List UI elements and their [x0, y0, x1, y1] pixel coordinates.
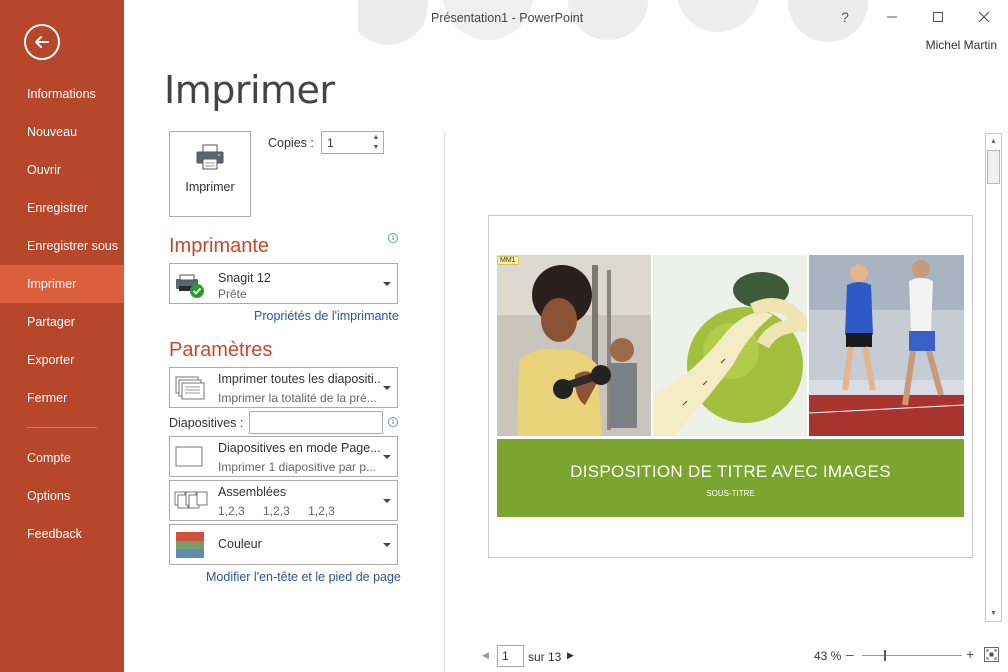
slide-subtitle: SOUS-TITRE — [706, 489, 755, 498]
print-button-label: Imprimer — [185, 180, 235, 194]
scroll-up-arrow-icon[interactable]: ▲ — [986, 134, 1001, 149]
nav-item-options[interactable]: Options — [0, 477, 124, 515]
print-layout-description: Imprimer 1 diapositive par p... — [218, 460, 377, 474]
collate-dropdown[interactable]: Assemblées 1,2,3 1,2,3 1,2,3 — [169, 480, 398, 521]
print-range-dropdown[interactable]: Imprimer toutes les diapositi... Imprime… — [169, 367, 398, 408]
slide-photo-runners — [809, 255, 964, 436]
slide-photo-apple-tape — [653, 255, 807, 436]
chevron-down-icon — [383, 543, 391, 547]
background-decoration — [358, 0, 868, 45]
copies-increment-button[interactable]: ▲ — [371, 133, 381, 142]
collate-set-1: 1,2,3 — [218, 504, 245, 518]
printer-heading: Imprimante — [169, 235, 270, 257]
slides-range-input[interactable] — [249, 411, 383, 434]
nav-item-partager[interactable]: Partager — [0, 303, 124, 341]
preview-scrollbar[interactable]: ▲ ▼ — [985, 133, 1002, 622]
slides-info-icon[interactable]: i — [388, 417, 398, 427]
nav-item-fermer[interactable]: Fermer — [0, 379, 124, 417]
nav-item-nouveau[interactable]: Nouveau — [0, 113, 124, 151]
collate-title: Assemblées — [218, 485, 287, 499]
collate-order: 1,2,3 1,2,3 1,2,3 — [218, 504, 350, 518]
printer-ready-icon — [176, 274, 204, 298]
print-layout-title: Diapositives en mode Page... — [218, 441, 381, 455]
chevron-down-icon — [383, 282, 391, 286]
nav-item-exporter[interactable]: Exporter — [0, 341, 124, 379]
back-button[interactable] — [24, 24, 60, 60]
printer-status: Prête — [218, 287, 247, 301]
slide-title: DISPOSITION DE TITRE AVEC IMAGES — [570, 462, 891, 481]
copies-stepper[interactable]: 1 ▲ ▼ — [321, 131, 384, 154]
slide-photo-weightlifting — [497, 255, 651, 436]
chevron-down-icon — [383, 386, 391, 390]
color-dropdown[interactable]: Couleur — [169, 524, 398, 565]
print-range-title: Imprimer toutes les diapositi... — [218, 372, 381, 386]
nav-item-compte[interactable]: Compte — [0, 439, 124, 477]
printer-name: Snagit 12 — [218, 271, 271, 285]
user-account-name[interactable]: Michel Martin — [926, 38, 997, 52]
comment-tag: MM1 — [497, 256, 519, 265]
minimize-icon — [887, 16, 897, 18]
copies-value[interactable]: 1 — [327, 136, 334, 150]
maximize-icon — [933, 12, 943, 22]
help-button[interactable]: ? — [828, 4, 862, 30]
nav-item-informations[interactable]: Informations — [0, 75, 124, 113]
slide-title-band: DISPOSITION DE TITRE AVEC IMAGES SOUS-TI… — [497, 439, 964, 517]
print-all-slides-icon — [175, 376, 205, 400]
backstage-sidebar: Informations Nouveau Ouvrir Enregistrer … — [0, 0, 124, 672]
scroll-down-arrow-icon[interactable]: ▼ — [986, 606, 1001, 621]
back-arrow-icon — [35, 36, 49, 48]
minimize-button[interactable] — [875, 4, 909, 30]
window-title: Présentation1 - PowerPoint — [431, 11, 584, 25]
print-range-description: Imprimer la totalité de la pré... — [218, 391, 377, 405]
maximize-button[interactable] — [921, 4, 955, 30]
copies-label: Copies : — [268, 136, 314, 150]
settings-heading: Paramètres — [169, 339, 273, 361]
nav-item-feedback[interactable]: Feedback — [0, 515, 124, 553]
title-bar: Présentation1 - PowerPoint ? — [124, 0, 1008, 45]
print-button[interactable]: Imprimer — [169, 131, 251, 217]
zoom-slider-thumb[interactable] — [884, 650, 886, 661]
zoom-out-button[interactable]: – — [846, 646, 854, 662]
zoom-slider-track[interactable] — [862, 655, 962, 656]
help-icon: ? — [841, 9, 849, 25]
header-footer-link[interactable]: Modifier l'en-tête et le pied de page — [206, 570, 401, 584]
zoom-level[interactable]: 43 % — [814, 649, 841, 663]
nav-item-enregistrer-sous[interactable]: Enregistrer sous — [0, 227, 124, 265]
full-page-slide-icon — [175, 446, 203, 467]
printer-properties-link[interactable]: Propriétés de l'imprimante — [254, 309, 399, 323]
close-icon — [978, 11, 990, 23]
scrollbar-thumb[interactable] — [987, 150, 1000, 184]
print-layout-dropdown[interactable]: Diapositives en mode Page... Imprimer 1 … — [169, 436, 398, 477]
printer-dropdown[interactable]: Snagit 12 Prête — [169, 263, 398, 304]
previous-page-icon[interactable]: ◀ — [482, 650, 489, 661]
collated-pages-icon — [174, 491, 208, 509]
nav-item-ouvrir[interactable]: Ouvrir — [0, 151, 124, 189]
fit-page-icon — [986, 649, 997, 660]
close-button[interactable] — [967, 4, 1001, 30]
collate-set-3: 1,2,3 — [308, 504, 335, 518]
page-title: Imprimer — [164, 68, 335, 112]
nav-item-imprimer[interactable]: Imprimer — [0, 265, 124, 303]
page-number-input[interactable] — [497, 645, 524, 667]
chevron-down-icon — [383, 499, 391, 503]
color-mode-title: Couleur — [218, 537, 262, 551]
fit-to-window-icon[interactable] — [984, 647, 999, 662]
print-preview-page: MM1 DISPOSITION DE TITRE AVEC IMAGES SOU… — [488, 215, 973, 558]
nav-item-enregistrer[interactable]: Enregistrer — [0, 189, 124, 227]
zoom-in-button[interactable]: + — [966, 646, 974, 662]
nav-separator — [27, 427, 97, 428]
panel-divider — [444, 131, 445, 672]
printer-icon — [196, 144, 224, 170]
color-mode-icon — [176, 532, 204, 558]
copies-decrement-button[interactable]: ▼ — [371, 143, 381, 152]
collate-set-2: 1,2,3 — [263, 504, 290, 518]
page-count-label: sur 13 — [528, 650, 562, 664]
chevron-down-icon — [383, 455, 391, 459]
next-page-icon[interactable]: ▶ — [567, 650, 574, 661]
printer-info-icon[interactable]: i — [388, 233, 398, 243]
slides-label: Diapositives : — [169, 416, 244, 430]
